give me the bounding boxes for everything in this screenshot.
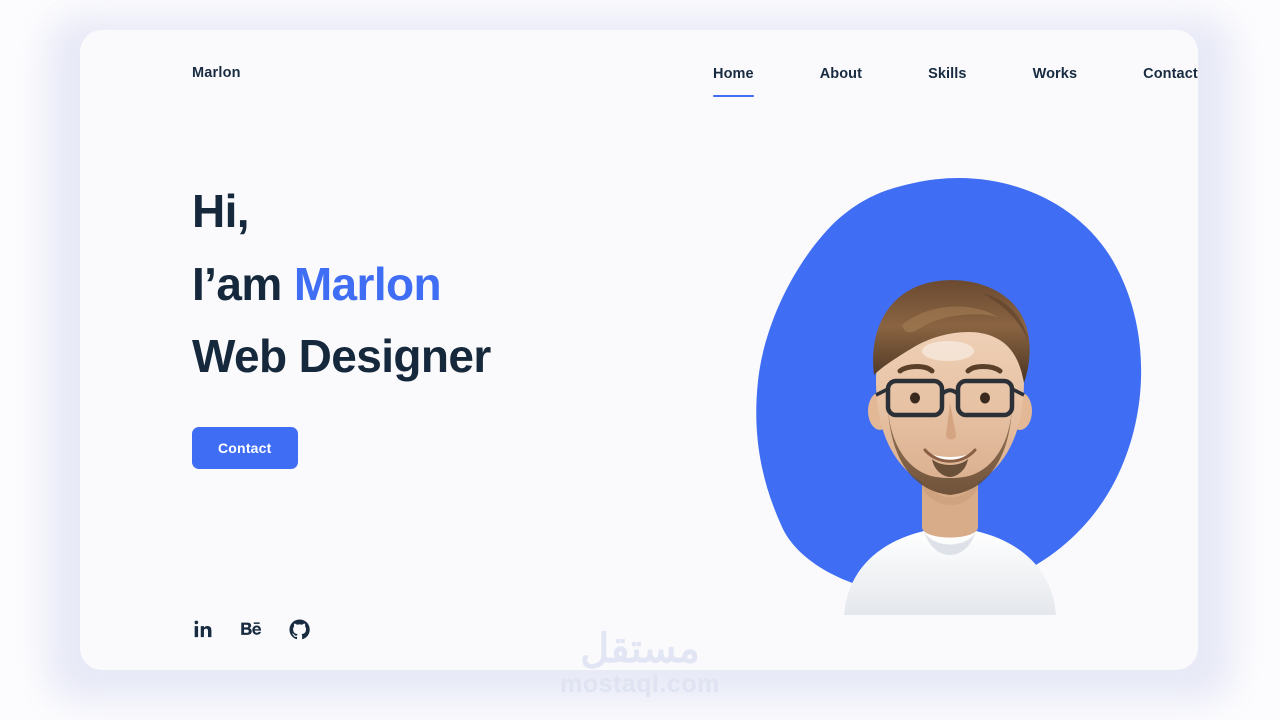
hero-headline-line-1: Hi, (192, 185, 250, 237)
nav-item-skills-label: Skills (928, 66, 967, 82)
github-icon[interactable] (288, 618, 310, 640)
nav-item-contact-label: Contact (1143, 66, 1198, 82)
nav-item-skills[interactable]: Skills (895, 64, 1000, 84)
social-links (192, 618, 310, 640)
hero-visual (676, 175, 1176, 615)
hero-headline-line-2: I’am Marlon (192, 248, 712, 321)
nav-item-works[interactable]: Works (1000, 64, 1111, 84)
nav-item-about-label: About (819, 66, 863, 82)
portfolio-hero-card: Marlon Home About Skills Works Contact H… (80, 30, 1198, 670)
nav-item-works-label: Works (1032, 66, 1078, 82)
brand-logo[interactable]: Marlon (192, 65, 241, 81)
nav-item-about[interactable]: About (787, 64, 895, 84)
nav-active-underline (713, 94, 754, 97)
hero-headline-line-3: Web Designer (192, 330, 491, 383)
site-header: Marlon Home About Skills Works Contact (80, 30, 1198, 140)
linkedin-icon[interactable] (192, 618, 214, 640)
hero-headline: Hi, I’am Marlon Web Designer (192, 175, 712, 393)
hero-headline-accent-name: Marlon (293, 257, 442, 310)
hero-text-block: Hi, I’am Marlon Web Designer Contact (192, 175, 712, 470)
hero-headline-prefix: I’am (192, 257, 294, 310)
behance-icon[interactable] (240, 618, 262, 640)
nav-item-contact[interactable]: Contact (1110, 64, 1198, 84)
nav-item-home[interactable]: Home (680, 64, 787, 97)
contact-button[interactable]: Contact (192, 427, 298, 470)
main-navigation: Home About Skills Works Contact (680, 64, 1198, 97)
nav-item-home-label: Home (713, 66, 754, 82)
